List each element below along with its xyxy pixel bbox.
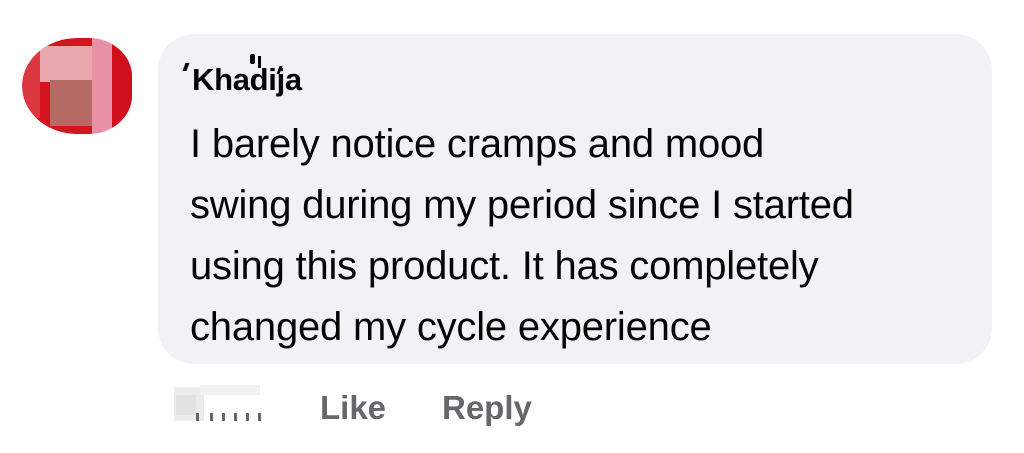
comment-text-line: changed my cycle experience: [190, 305, 712, 349]
like-button[interactable]: Like: [320, 389, 386, 427]
comment-text: I barely notice cramps and mood swing du…: [190, 114, 990, 358]
comment-text-line: swing during my period since I started: [190, 183, 854, 227]
comment-text-line: using this product. It has completely: [190, 244, 819, 288]
avatar[interactable]: [22, 38, 132, 134]
redacted-timestamp: [170, 385, 270, 425]
comment-bubble: Khadija I barely notice cramps and mood …: [158, 34, 992, 364]
reply-button[interactable]: Reply: [442, 389, 532, 427]
comment-text-line: I barely notice cramps and mood: [190, 122, 765, 166]
comment-actions: Like Reply: [170, 385, 570, 435]
comment-item: Khadija I barely notice cramps and mood …: [0, 0, 1024, 453]
redacted-surname: [172, 44, 283, 74]
